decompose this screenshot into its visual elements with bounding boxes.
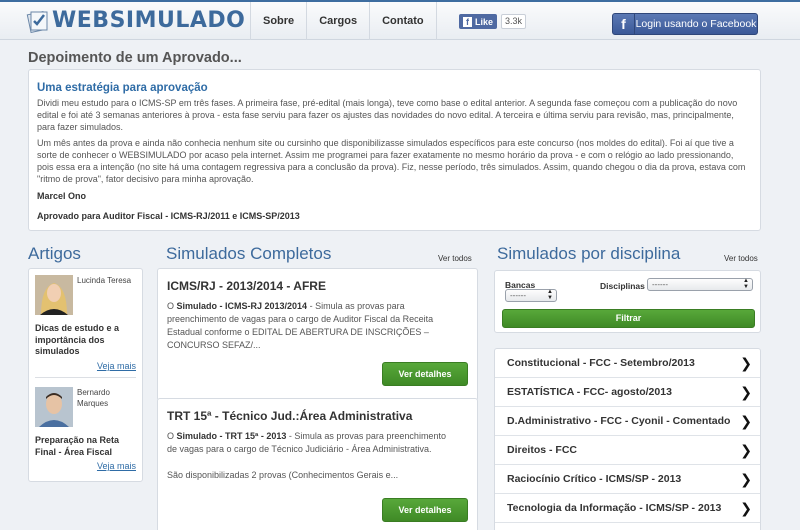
select-arrows-icon: ▲ ▼ xyxy=(743,278,749,290)
article-title[interactable]: Preparação na Reta Final - Área Fiscal xyxy=(35,435,135,458)
disciplina-list: Constitucional - FCC - Setembro/2013 ❯ ES… xyxy=(494,348,761,530)
chevron-right-icon: ❯ xyxy=(740,384,752,400)
logo-text: WEBSIMULADO xyxy=(52,8,246,33)
bancas-value: ------ xyxy=(510,291,526,300)
list-item[interactable]: Tecnologia da Informação - ICMS/SP - 201… xyxy=(495,494,760,523)
ver-detalhes-button[interactable]: Ver detalhes xyxy=(382,362,468,386)
filter-card: Bancas ------ ▲ ▼ Disciplinas ------ ▲ ▼ F… xyxy=(494,270,761,333)
simulado-description: O Simulado - TRT 15ª - 2013 - Simula as … xyxy=(167,430,457,456)
ver-detalhes-button[interactable]: Ver detalhes xyxy=(382,498,468,522)
logo-icon xyxy=(26,10,48,33)
simulado-description: O Simulado - ICMS-RJ 2013/2014 - Simula … xyxy=(167,300,457,352)
list-item[interactable]: Direitos - FCC ❯ xyxy=(495,436,760,465)
disciplina-ver-todos-link[interactable]: Ver todos xyxy=(724,254,758,263)
simulado-card: TRT 15ª - Técnico Jud.:Área Administrati… xyxy=(157,398,478,530)
avatar xyxy=(35,387,73,427)
nav-sobre[interactable]: Sobre xyxy=(250,2,306,40)
article-more-link[interactable]: Veja mais xyxy=(97,461,136,471)
simulado-title[interactable]: TRT 15ª - Técnico Jud.:Área Administrati… xyxy=(167,409,468,423)
testimonial-heading: Uma estratégia para aprovação xyxy=(37,82,208,94)
top-bar: WEBSIMULADO Sobre Cargos Contato f Like … xyxy=(0,0,800,40)
article-author: Bernardo Marques xyxy=(77,388,110,408)
article-more-link[interactable]: Veja mais xyxy=(97,361,136,371)
facebook-like-button[interactable]: f Like xyxy=(459,14,498,29)
facebook-icon: f xyxy=(613,14,635,34)
description-prefix: O xyxy=(167,301,177,311)
list-item-label: Direitos - FCC xyxy=(507,444,578,456)
disciplinas-label: Disciplinas xyxy=(600,281,645,291)
simulados-ver-todos-link[interactable]: Ver todos xyxy=(438,254,472,263)
simulados-title: Simulados Completos xyxy=(166,244,332,263)
simulado-name: Simulado - TRT 15ª - 2013 xyxy=(176,431,287,441)
filtrar-button[interactable]: Filtrar xyxy=(502,309,755,328)
disciplina-title: Simulados por disciplina xyxy=(497,244,681,263)
chevron-right-icon: ❯ xyxy=(740,442,752,458)
testimonial-paragraph: Um mês antes da prova e ainda não conhec… xyxy=(37,138,746,184)
list-item-label: Tecnologia da Informação - ICMS/SP - 201… xyxy=(507,502,722,514)
list-item[interactable]: ESTATÍSTICA - FCC- agosto/2013 ❯ xyxy=(495,378,760,407)
testimonial-card: Uma estratégia para aprovação Dividi meu… xyxy=(28,69,761,231)
list-item[interactable]: Raciocínio Crítico - ICMS/SP - 2013 ❯ xyxy=(495,465,760,494)
facebook-login-label: Login usando o Facebook xyxy=(635,18,757,30)
simulado-card: ICMS/RJ - 2013/2014 - AFRE O Simulado - … xyxy=(157,268,478,401)
artigos-title: Artigos xyxy=(28,244,81,263)
list-item[interactable]: Constitucional - FCC - Setembro/2013 ❯ xyxy=(495,349,760,378)
list-item-label: ESTATÍSTICA - FCC- agosto/2013 xyxy=(507,386,672,398)
site-logo[interactable]: WEBSIMULADO xyxy=(26,8,245,33)
testimonial-section-title: Depoimento de um Aprovado... xyxy=(28,50,242,66)
nav-cargos[interactable]: Cargos xyxy=(306,2,369,40)
select-arrows-icon: ▲ ▼ xyxy=(547,289,553,301)
facebook-login-button[interactable]: f Login usando o Facebook xyxy=(612,13,758,35)
disciplinas-value: ------ xyxy=(652,280,668,289)
description-prefix: O xyxy=(167,431,177,441)
list-item-label: Raciocínio Crítico - ICMS/SP - 2013 xyxy=(507,473,682,485)
list-item[interactable]: D.Administrativo - FCC - Cyonil - Coment… xyxy=(495,407,760,436)
testimonial-paragraph: Dividi meu estudo para o ICMS-SP em três… xyxy=(37,98,738,132)
divider xyxy=(35,377,136,378)
like-count: 3.3k xyxy=(501,14,527,29)
facebook-icon: f xyxy=(463,16,472,27)
chevron-right-icon: ❯ xyxy=(740,500,752,516)
article-author: Lucinda Teresa xyxy=(77,276,132,285)
simulado-extra: São disponibilizadas 2 provas (Conhecime… xyxy=(167,470,399,480)
testimonial-author: Marcel Ono xyxy=(37,191,87,201)
chevron-right-icon: ❯ xyxy=(740,471,752,487)
like-label: Like xyxy=(475,16,494,27)
artigos-card: Lucinda Teresa Dicas de estudo e a impor… xyxy=(28,268,143,482)
chevron-right-icon: ❯ xyxy=(740,413,752,429)
facebook-like-widget: f Like 3.3k xyxy=(459,14,527,29)
list-item-label: Constitucional - FCC - Setembro/2013 xyxy=(507,357,695,369)
testimonial-role: Aprovado para Auditor Fiscal - ICMS-RJ/2… xyxy=(37,211,300,221)
article-title[interactable]: Dicas de estudo e a importância dos simu… xyxy=(35,323,135,358)
list-item-label: D.Administrativo - FCC - Cyonil - Coment… xyxy=(507,415,731,427)
avatar xyxy=(35,275,73,315)
bancas-select[interactable]: ------ ▲ ▼ xyxy=(505,289,557,302)
simulado-title[interactable]: ICMS/RJ - 2013/2014 - AFRE xyxy=(167,279,468,293)
main-nav: Sobre Cargos Contato xyxy=(250,2,437,40)
simulado-name: Simulado - ICMS-RJ 2013/2014 xyxy=(176,301,308,311)
chevron-right-icon: ❯ xyxy=(740,355,752,371)
disciplinas-select[interactable]: ------ ▲ ▼ xyxy=(647,278,753,291)
nav-contato[interactable]: Contato xyxy=(369,2,437,40)
